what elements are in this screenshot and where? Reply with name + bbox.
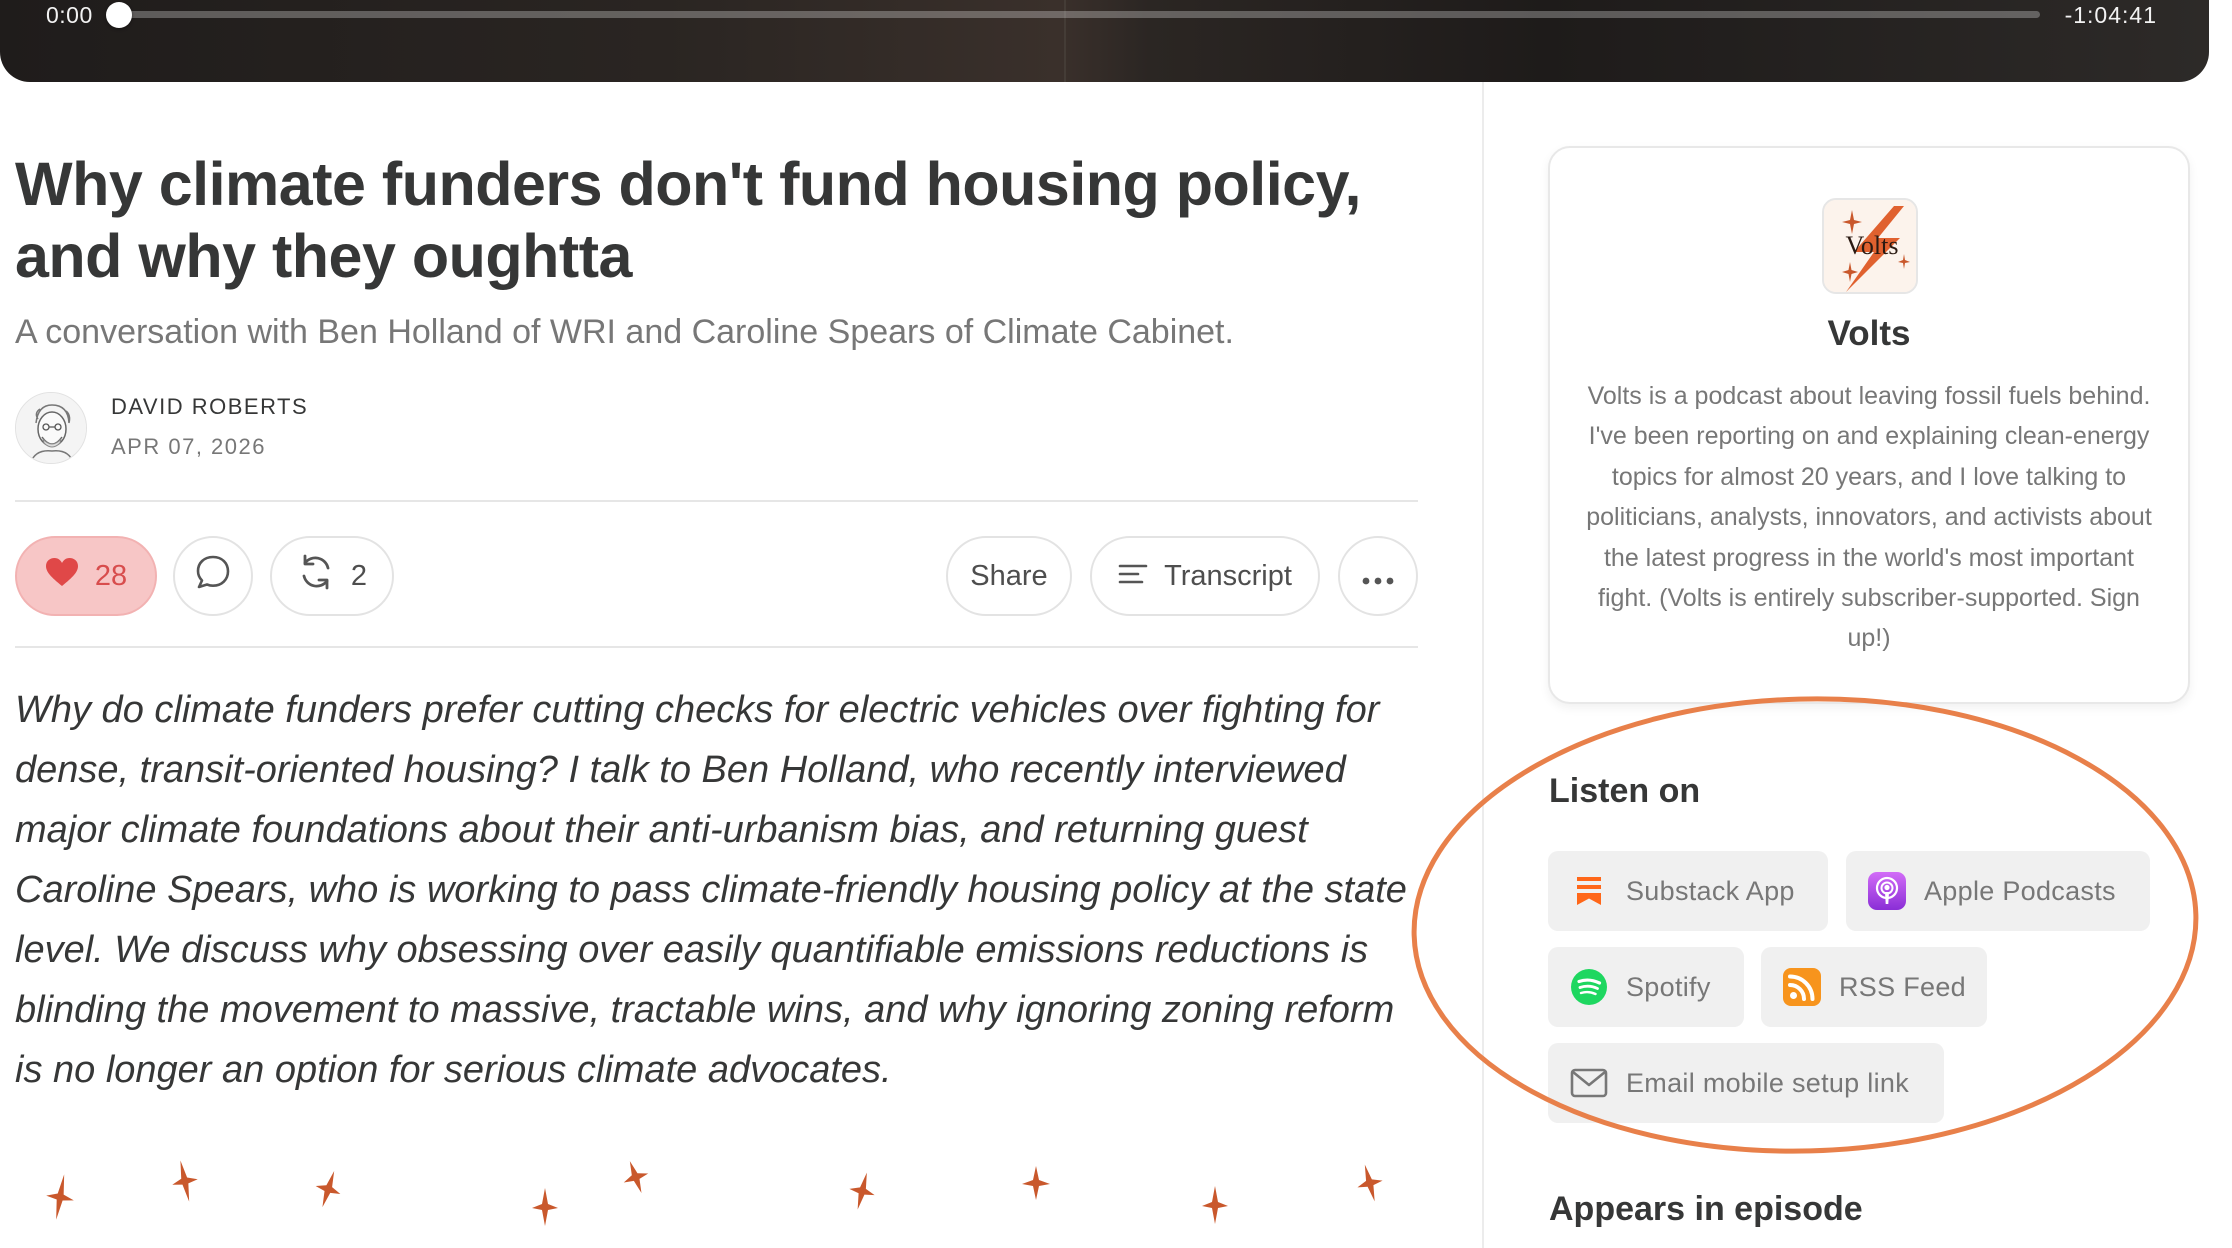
share-button[interactable]: Share [946, 536, 1072, 616]
listen-on-heading: Listen on [1549, 772, 1701, 810]
spotify-icon [1570, 968, 1608, 1006]
progress-track[interactable] [120, 11, 2040, 18]
spotify-label: Spotify [1626, 971, 1711, 1002]
refresh-arrows-icon [297, 553, 335, 599]
podcast-logo[interactable]: Volts [1822, 198, 1918, 294]
transcript-button[interactable]: Transcript [1090, 536, 1320, 616]
podcast-card: Volts Volts Volts is a podcast about lea… [1548, 146, 2190, 704]
podcast-name[interactable]: Volts [1550, 314, 2188, 354]
author-avatar[interactable] [15, 392, 87, 464]
heart-icon [45, 557, 79, 595]
substack-icon [1570, 872, 1608, 910]
apple-podcasts-icon [1868, 872, 1906, 910]
comment-button[interactable] [173, 536, 253, 616]
progress-knob[interactable] [106, 2, 132, 28]
restack-button[interactable]: 2 [270, 536, 394, 616]
more-options-button[interactable] [1338, 536, 1418, 616]
listen-substack-button[interactable]: Substack App [1548, 851, 1828, 931]
ellipsis-icon [1362, 560, 1394, 593]
episode-description: Why do climate funders prefer cutting ch… [15, 689, 1407, 1091]
post-date: APR 07, 2026 [111, 434, 266, 459]
email-setup-label: Email mobile setup link [1626, 1067, 1910, 1098]
rss-label: RSS Feed [1839, 971, 1966, 1002]
like-button[interactable]: 28 [15, 536, 157, 616]
audio-player: 0:00 -1:04:41 [0, 0, 2209, 82]
email-setup-link-button[interactable]: Email mobile setup link [1548, 1043, 1944, 1123]
listen-rss-button[interactable]: RSS Feed [1761, 947, 1987, 1027]
rss-icon [1783, 968, 1821, 1006]
listen-apple-podcasts-button[interactable]: Apple Podcasts [1846, 851, 2150, 931]
column-divider [1482, 82, 1484, 1248]
lines-icon [1118, 560, 1148, 593]
logo-wordmark: Volts [1846, 231, 1899, 260]
podcast-description: Volts is a podcast about leaving fossil … [1586, 382, 2152, 653]
listen-spotify-button[interactable]: Spotify [1548, 947, 1744, 1027]
divider-bottom [15, 646, 1418, 648]
envelope-icon [1570, 1064, 1608, 1102]
like-count: 28 [94, 559, 128, 592]
remaining-time: -1:04:41 [2064, 2, 2157, 28]
comment-bubble-icon [195, 554, 231, 598]
post-subtitle: A conversation with Ben Holland of WRI a… [15, 313, 1234, 351]
substack-label: Substack App [1626, 875, 1795, 906]
transcript-label: Transcript [1164, 559, 1292, 592]
elapsed-time: 0:00 [46, 2, 93, 28]
share-label: Share [970, 559, 1048, 592]
sparkle-divider-icon [46, 1160, 1383, 1226]
divider-top [15, 500, 1418, 502]
apple-podcasts-label: Apple Podcasts [1924, 875, 2116, 906]
post-title: Why climate funders don't fund housing p… [15, 150, 1361, 290]
appears-in-episode-heading: Appears in episode [1549, 1190, 1863, 1228]
restack-count: 2 [350, 559, 368, 592]
author-name[interactable]: DAVID ROBERTS [111, 394, 308, 420]
